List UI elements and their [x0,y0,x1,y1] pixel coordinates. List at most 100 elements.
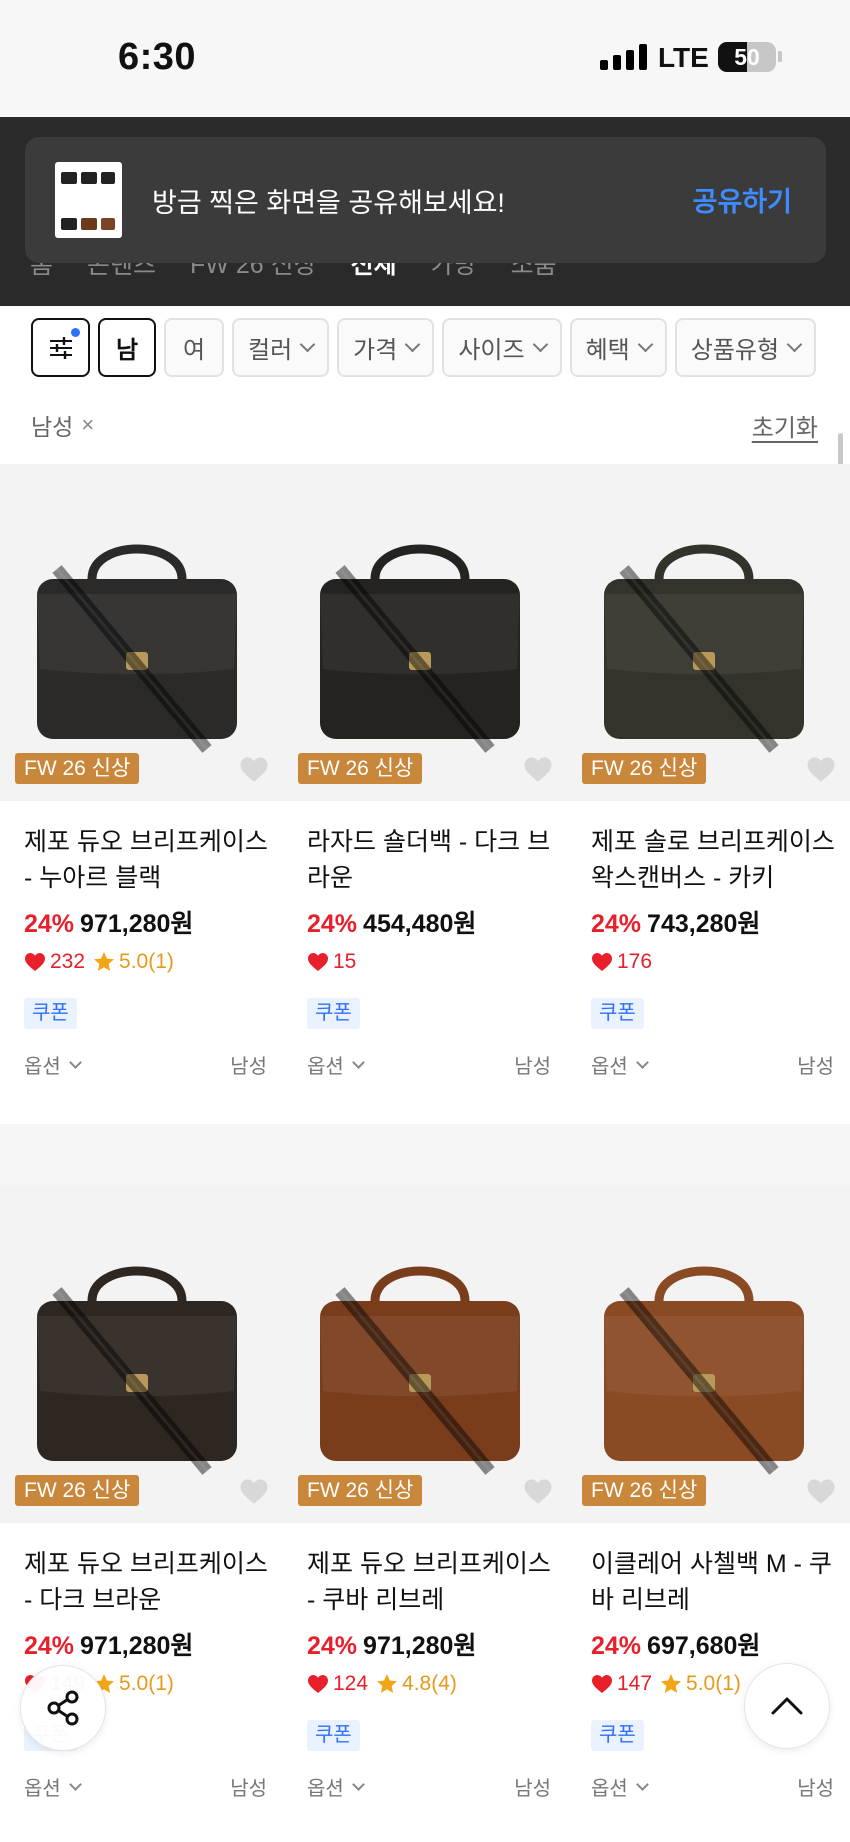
product-image[interactable]: FW 26 신상 [283,464,567,801]
star-icon [94,952,115,971]
product-image[interactable]: FW 26 신상 [283,1186,567,1523]
product-price: 24% 697,680원 [591,1626,760,1662]
product-name[interactable]: 라자드 숄더백 - 다크 브라운 [307,824,552,896]
product-image-bag [604,1266,804,1475]
product-name[interactable]: 제포 듀오 브리프케이스 - 다크 브라운 [24,1546,269,1618]
filter-price[interactable]: 가격 [337,318,435,377]
battery-icon: 50 [718,42,776,72]
category-header: 홈 콘텐츠 FW 26 신상 전체 가방 소품 방금 찍은 화면을 공유해보세요… [0,117,850,325]
battery-level: 50 [734,44,760,70]
filter-bar: 남 여 컬러 가격 사이즈 혜택 상품유형 [31,318,817,377]
filter-button[interactable] [31,318,90,377]
sale-price: 971,280원 [80,1632,194,1660]
product-price: 24% 971,280원 [24,1626,193,1662]
filter-product-type[interactable]: 상품유형 [674,318,817,377]
chevron-down-icon [635,1055,649,1069]
product-stats: 15 [307,950,356,974]
filter-benefit[interactable]: 혜택 [569,318,667,377]
discount-rate: 24% [24,910,75,938]
product-image-bag [37,1266,237,1475]
filter-sliders-icon [49,336,72,359]
status-bar: 6:30 LTE 50 [0,0,850,117]
heart-icon [308,1675,328,1693]
discount-rate: 24% [307,1632,358,1660]
product-price: 24% 743,280원 [591,904,760,940]
heart-icon[interactable] [239,1478,269,1505]
product-name[interactable]: 제포 듀오 브리프케이스 - 쿠바 리브레 [307,1546,552,1618]
sale-price: 743,280원 [647,910,761,938]
filter-price-label: 가격 [353,337,398,364]
applied-filter-tag[interactable]: 남성 × [31,408,94,442]
gender-label: 남성 [514,1056,551,1078]
product-image-bag [320,544,520,753]
option-label: 옵션 [24,1056,61,1078]
product-image-bag [604,544,804,753]
share-screenshot-banner[interactable]: 방금 찍은 화면을 공유해보세요! 공유하기 [25,137,826,263]
option-dropdown[interactable]: 옵션 [24,1772,82,1801]
option-dropdown[interactable]: 옵션 [591,1050,649,1079]
filter-gender-male[interactable]: 남 [98,318,156,377]
product-name[interactable]: 제포 듀오 브리프케이스 - 누아르 블랙 [24,824,269,896]
rating-score: 5.0(1) [119,950,174,973]
coupon-badge: 쿠폰 [307,1720,360,1751]
option-label: 옵션 [591,1056,628,1078]
filter-active-dot [71,328,80,337]
share-banner-button[interactable]: 공유하기 [693,180,792,219]
gender-label: 남성 [797,1056,834,1078]
product-price: 24% 454,480원 [307,904,476,940]
filter-size[interactable]: 사이즈 [442,318,562,377]
like-count: 147 [617,1672,653,1695]
product-image[interactable]: FW 26 신상 [0,464,283,801]
rating-score: 5.0(1) [686,1672,741,1695]
product-image[interactable]: FW 26 신상 [0,1186,283,1523]
option-dropdown[interactable]: 옵션 [24,1050,82,1079]
product-image[interactable]: FW 26 신상 [567,1186,850,1523]
product-name[interactable]: 이클레어 사첼백 M - 쿠바 리브레 [591,1546,836,1618]
share-button[interactable] [20,1665,106,1751]
sale-price: 697,680원 [647,1632,761,1660]
filter-size-label: 사이즈 [458,337,525,364]
gender-label: 남성 [514,1778,551,1800]
new-arrival-badge: FW 26 신상 [15,753,140,784]
filter-benefit-label: 혜택 [585,337,630,364]
like-count: 15 [333,950,357,973]
product-card[interactable]: FW 26 신상 제포 듀오 브리프케이스 - 누아르 블랙 24% 971,28… [0,464,283,1124]
chevron-down-icon [635,1777,649,1791]
product-row: FW 26 신상 제포 듀오 브리프케이스 - 다크 브라운 24% 971,28… [0,1186,850,1842]
heart-icon[interactable] [806,756,836,783]
sale-price: 454,480원 [363,910,477,938]
status-time: 6:30 [118,36,197,78]
product-card[interactable]: FW 26 신상 라자드 숄더백 - 다크 브라운 24% 454,480원 15… [283,464,567,1124]
product-image-bag [320,1266,520,1475]
star-icon [661,1674,682,1693]
battery-tip [778,51,782,62]
option-dropdown[interactable]: 옵션 [307,1772,365,1801]
heart-icon[interactable] [806,1478,836,1505]
remove-filter-icon[interactable]: × [81,412,94,438]
product-card[interactable]: FW 26 신상 제포 솔로 브리프케이스 왁스캔버스 - 카키 24% 743,… [567,464,850,1124]
sale-price: 971,280원 [80,910,194,938]
product-stats: 176 [591,950,652,974]
like-count: 176 [617,950,653,973]
scroll-to-top-button[interactable] [744,1663,830,1749]
filter-color[interactable]: 컬러 [232,318,330,377]
discount-rate: 24% [24,1632,75,1660]
option-dropdown[interactable]: 옵션 [591,1772,649,1801]
reset-filters-button[interactable]: 초기화 [752,408,818,443]
heart-icon[interactable] [523,756,553,783]
product-image[interactable]: FW 26 신상 [567,464,850,801]
new-arrival-badge: FW 26 신상 [298,1475,423,1506]
signal-icon [600,44,647,70]
option-label: 옵션 [307,1056,344,1078]
product-name[interactable]: 제포 솔로 브리프케이스 왁스캔버스 - 카키 [591,824,836,896]
product-card[interactable]: FW 26 신상 제포 듀오 브리프케이스 - 쿠바 리브레 24% 971,28… [283,1186,567,1842]
product-price: 24% 971,280원 [24,904,193,940]
heart-icon[interactable] [523,1478,553,1505]
product-image-bag [37,544,237,753]
gender-label: 남성 [797,1778,834,1800]
filter-gender-female[interactable]: 여 [164,318,224,377]
filter-product-type-label: 상품유형 [690,337,780,364]
heart-icon[interactable] [239,756,269,783]
chevron-up-icon [771,1697,803,1715]
option-dropdown[interactable]: 옵션 [307,1050,365,1079]
